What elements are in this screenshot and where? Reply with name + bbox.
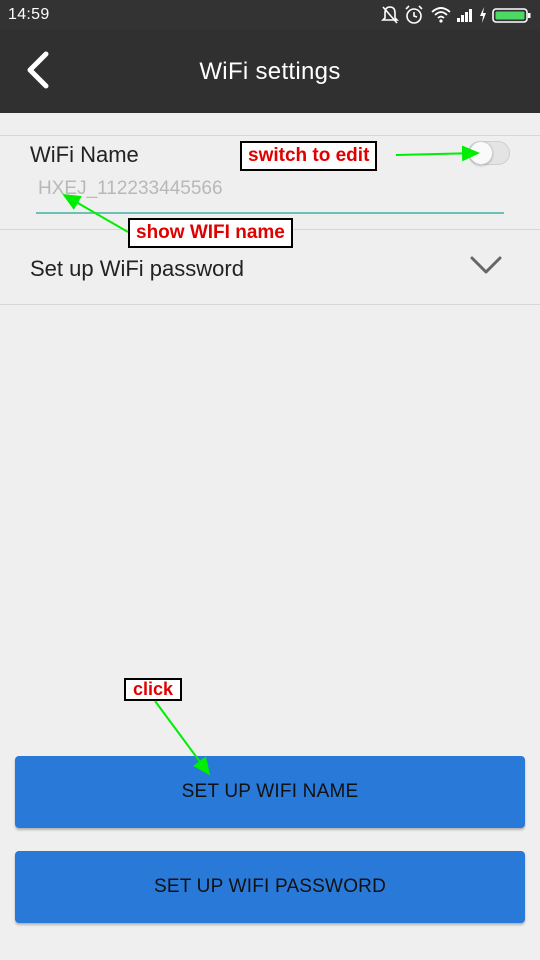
chevron-down-icon[interactable] [470, 255, 502, 275]
toggle-knob [469, 141, 493, 165]
set-up-wifi-password-button[interactable]: SET UP WIFI PASSWORD [15, 851, 525, 923]
mute-icon [381, 6, 399, 24]
wifi-password-label: Set up WiFi password [30, 256, 244, 281]
signal-icon [457, 9, 472, 22]
status-time: 14:59 [8, 6, 50, 23]
set-up-wifi-name-button[interactable]: SET UP WIFI NAME [15, 756, 525, 828]
wifi-name-input[interactable] [36, 174, 504, 214]
battery-icon [492, 8, 531, 23]
annotation-show-wifi-name: show WIFI name [128, 218, 293, 248]
wifi-name-label: WiFi Name [30, 142, 139, 167]
page-title: WiFi settings [199, 58, 341, 85]
wifi-name-edit-toggle[interactable] [468, 141, 510, 165]
alarm-icon [405, 5, 423, 24]
annotation-click: click [124, 678, 183, 701]
wifi-icon [431, 7, 451, 23]
annotation-switch-to-edit: switch to edit [240, 141, 378, 171]
status-bar: 14:59 [0, 0, 540, 30]
charging-icon [480, 7, 486, 23]
app-bar: WiFi settings [0, 30, 540, 113]
